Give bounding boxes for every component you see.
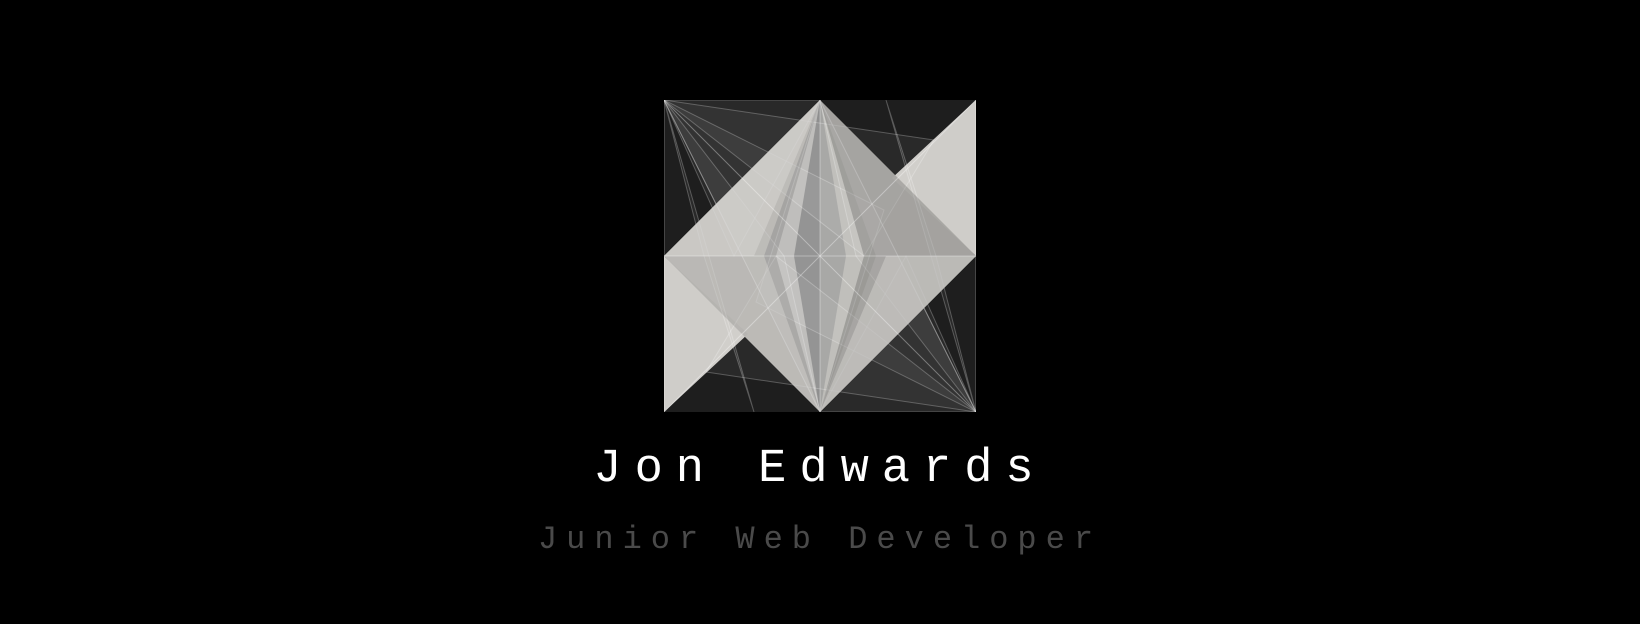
landing-page: Jon Edwards Junior Web Developer [0,0,1640,624]
logo-lines [664,100,976,412]
geometric-prism-logo-icon [664,100,976,412]
job-title: Junior Web Developer [537,521,1103,558]
page-title: Jon Edwards [593,443,1047,496]
